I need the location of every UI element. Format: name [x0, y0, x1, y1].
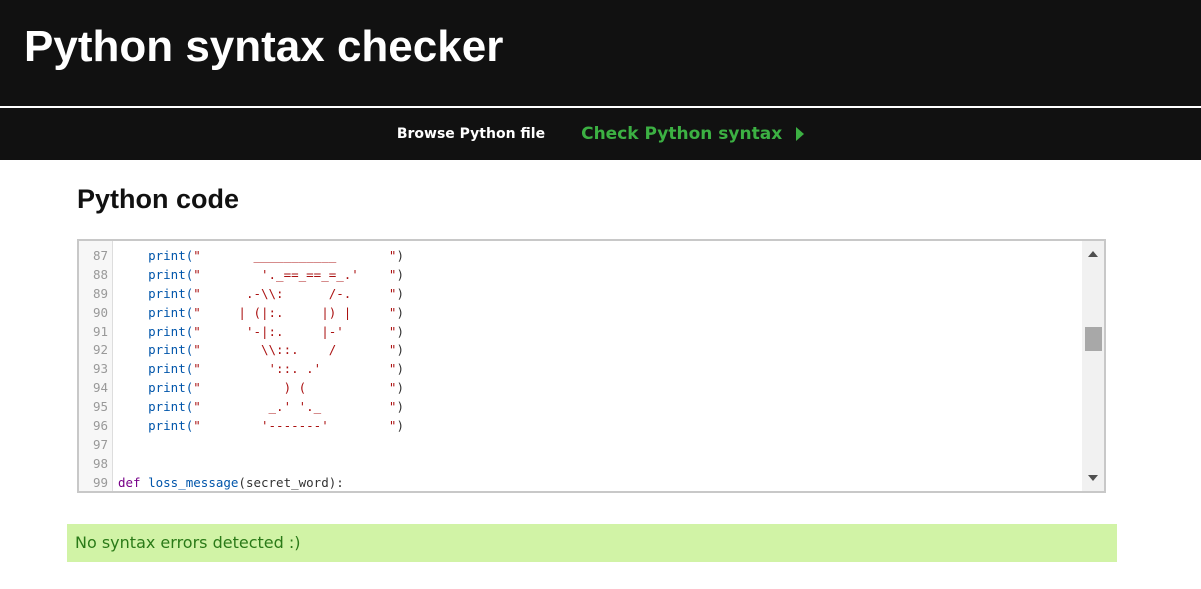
line-code: print(" '._==_==_=_.' ") [113, 266, 404, 285]
line-code: print(" '-------' ") [113, 417, 404, 436]
section-title: Python code [77, 184, 240, 214]
call: print( [148, 323, 194, 339]
nav-bar: Browse Python file Check Python syntax [0, 108, 1201, 160]
code-lines: 87 print(" ___________ ") 88 print(" '._=… [79, 247, 1080, 491]
call: print( [148, 380, 194, 396]
code-line: 92 print(" \\::. / ") [79, 341, 1080, 360]
string-literal: " '::. .' " [193, 361, 397, 377]
code-line: 96 print(" '-------' ") [79, 417, 1080, 436]
paren: ) [396, 418, 404, 434]
string-literal: " _.' '._ " [193, 399, 397, 415]
keyword: def [118, 474, 149, 490]
string-literal: " '-------' " [193, 418, 397, 434]
line-number: 95 [92, 399, 108, 415]
code-line: 91 print(" '-|:. |-' ") [79, 323, 1080, 342]
line-number: 97 [92, 436, 108, 452]
app-header: Python syntax checker [0, 0, 1201, 106]
line-number: 93 [92, 361, 108, 377]
line-code: def loss_message(secret_word): [113, 474, 344, 491]
code-line: 95 print(" _.' '._ ") [79, 398, 1080, 417]
line-number: 94 [92, 380, 108, 396]
syntax-result-message: No syntax errors detected :) [67, 524, 1117, 562]
paren: ) [396, 342, 404, 358]
line-code: print(" | (|:. |) | ") [113, 304, 404, 323]
args: (secret_word): [238, 474, 344, 490]
call: print( [148, 399, 194, 415]
call: print( [148, 418, 194, 434]
paren: ) [396, 304, 404, 320]
scrollbar-thumb[interactable] [1085, 327, 1102, 351]
line-number: 87 [92, 248, 108, 263]
editor-scrollbar[interactable] [1082, 241, 1104, 491]
string-literal: " ___________ " [193, 248, 397, 263]
line-code: print(" .-\\: /-. ") [113, 285, 404, 304]
code-line: 90 print(" | (|:. |) | ") [79, 304, 1080, 323]
line-number: 98 [92, 455, 108, 471]
line-code: print(" '-|:. |-' ") [113, 323, 404, 342]
line-number: 96 [92, 418, 108, 434]
code-line: 88 print(" '._==_==_=_.' ") [79, 266, 1080, 285]
check-python-syntax-button[interactable]: Check Python syntax [581, 124, 805, 144]
line-number: 88 [92, 266, 108, 282]
code-line: 98 [79, 455, 1080, 474]
line-code: print(" \\::. / ") [113, 341, 404, 360]
line-number: 90 [92, 304, 108, 320]
paren: ) [396, 248, 404, 263]
code-line: 99 def loss_message(secret_word): [79, 474, 1080, 491]
play-arrow-icon [796, 127, 805, 141]
code-editor[interactable]: 87 print(" ___________ ") 88 print(" '._=… [77, 239, 1106, 493]
paren: ) [396, 323, 404, 339]
code-line: 94 print(" ) ( ") [79, 379, 1080, 398]
app-title: Python syntax checker [24, 22, 504, 71]
check-label: Check Python syntax [581, 124, 783, 144]
browse-python-file-button[interactable]: Browse Python file [397, 126, 545, 142]
line-code: print(" ___________ ") [113, 247, 404, 266]
line-number: 91 [92, 323, 108, 339]
call: print( [148, 248, 194, 263]
scroll-up-icon[interactable] [1088, 251, 1098, 257]
line-number: 92 [92, 342, 108, 358]
line-code: print(" '::. .' ") [113, 360, 404, 379]
line-number: 99 [92, 474, 108, 490]
code-line: 93 print(" '::. .' ") [79, 360, 1080, 379]
code-line: 97 [79, 436, 1080, 455]
call: print( [148, 285, 194, 301]
code-line: 89 print(" .-\\: /-. ") [79, 285, 1080, 304]
call: print( [148, 266, 194, 282]
string-literal: " '-|:. |-' " [193, 323, 397, 339]
call: print( [148, 361, 194, 377]
paren: ) [396, 361, 404, 377]
code-line: 87 print(" ___________ ") [79, 247, 1080, 266]
paren: ) [396, 285, 404, 301]
string-literal: " .-\\: /-. " [193, 285, 397, 301]
string-literal: " '._==_==_=_.' " [193, 266, 397, 282]
scroll-down-icon[interactable] [1088, 475, 1098, 481]
paren: ) [396, 380, 404, 396]
line-code: print(" _.' '._ ") [113, 398, 404, 417]
string-literal: " \\::. / " [193, 342, 397, 358]
paren: ) [396, 399, 404, 415]
line-number: 89 [92, 285, 108, 301]
string-literal: " | (|:. |) | " [193, 304, 397, 320]
call: print( [148, 304, 194, 320]
function-name: loss_message [148, 474, 239, 490]
string-literal: " ) ( " [193, 380, 397, 396]
paren: ) [396, 266, 404, 282]
line-code: print(" ) ( ") [113, 379, 404, 398]
call: print( [148, 342, 194, 358]
